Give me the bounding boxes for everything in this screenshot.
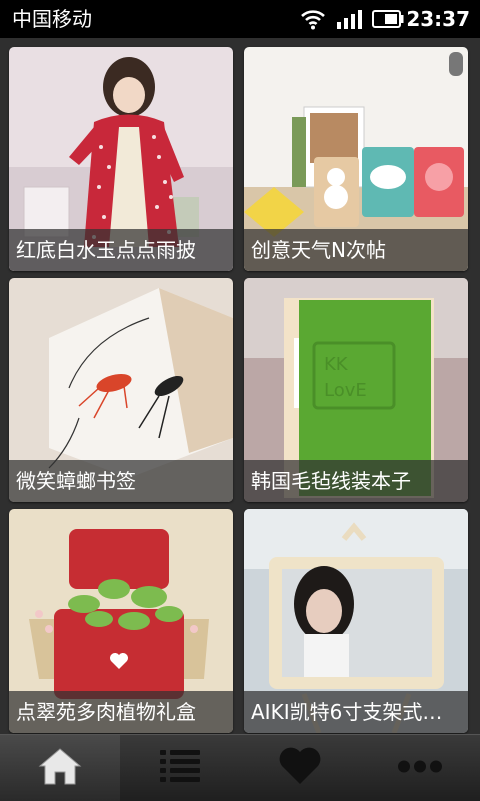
product-grid: 红底白水玉点点雨披 创意天气N次帖 微笑蟑螂书签 KK LovE 韩国毛毡线装本… bbox=[0, 38, 480, 734]
bottom-tab-bar bbox=[0, 734, 480, 801]
product-title: 微笑蟑螂书签 bbox=[9, 460, 233, 502]
wifi-icon bbox=[300, 8, 326, 34]
product-card[interactable]: 红底白水玉点点雨披 bbox=[9, 47, 233, 271]
tab-favorites[interactable] bbox=[240, 735, 360, 801]
product-title: 创意天气N次帖 bbox=[244, 229, 468, 271]
product-title: 红底白水玉点点雨披 bbox=[9, 229, 233, 271]
clock: 23:37 bbox=[406, 7, 470, 31]
tab-list[interactable] bbox=[120, 735, 240, 801]
carrier-name: 中国移动 bbox=[12, 7, 92, 31]
product-card[interactable]: 创意天气N次帖 bbox=[244, 47, 468, 271]
home-icon bbox=[38, 746, 82, 790]
product-card[interactable]: 微笑蟑螂书签 bbox=[9, 278, 233, 502]
svg-text:KK: KK bbox=[324, 354, 349, 375]
product-title: AIKI凯特6寸支架式… bbox=[244, 691, 468, 733]
signal-icon bbox=[336, 8, 364, 34]
heart-icon bbox=[277, 746, 323, 790]
status-bar: 中国移动 23:37 bbox=[0, 0, 480, 38]
product-grid-area[interactable]: 红底白水玉点点雨披 创意天气N次帖 微笑蟑螂书签 KK LovE 韩国毛毡线装本… bbox=[0, 38, 480, 734]
product-card[interactable]: KK LovE 韩国毛毡线装本子 bbox=[244, 278, 468, 502]
product-title: 韩国毛毡线装本子 bbox=[244, 460, 468, 502]
list-icon bbox=[158, 748, 202, 788]
tab-more[interactable] bbox=[360, 735, 480, 801]
tab-home[interactable] bbox=[0, 735, 120, 801]
product-title: 点翠苑多肉植物礼盒 bbox=[9, 691, 233, 733]
product-card[interactable]: AIKI凯特6寸支架式… bbox=[244, 509, 468, 733]
product-card[interactable]: 点翠苑多肉植物礼盒 bbox=[9, 509, 233, 733]
svg-text:LovE: LovE bbox=[324, 380, 367, 401]
battery-icon bbox=[372, 10, 404, 32]
more-icon bbox=[397, 759, 443, 778]
